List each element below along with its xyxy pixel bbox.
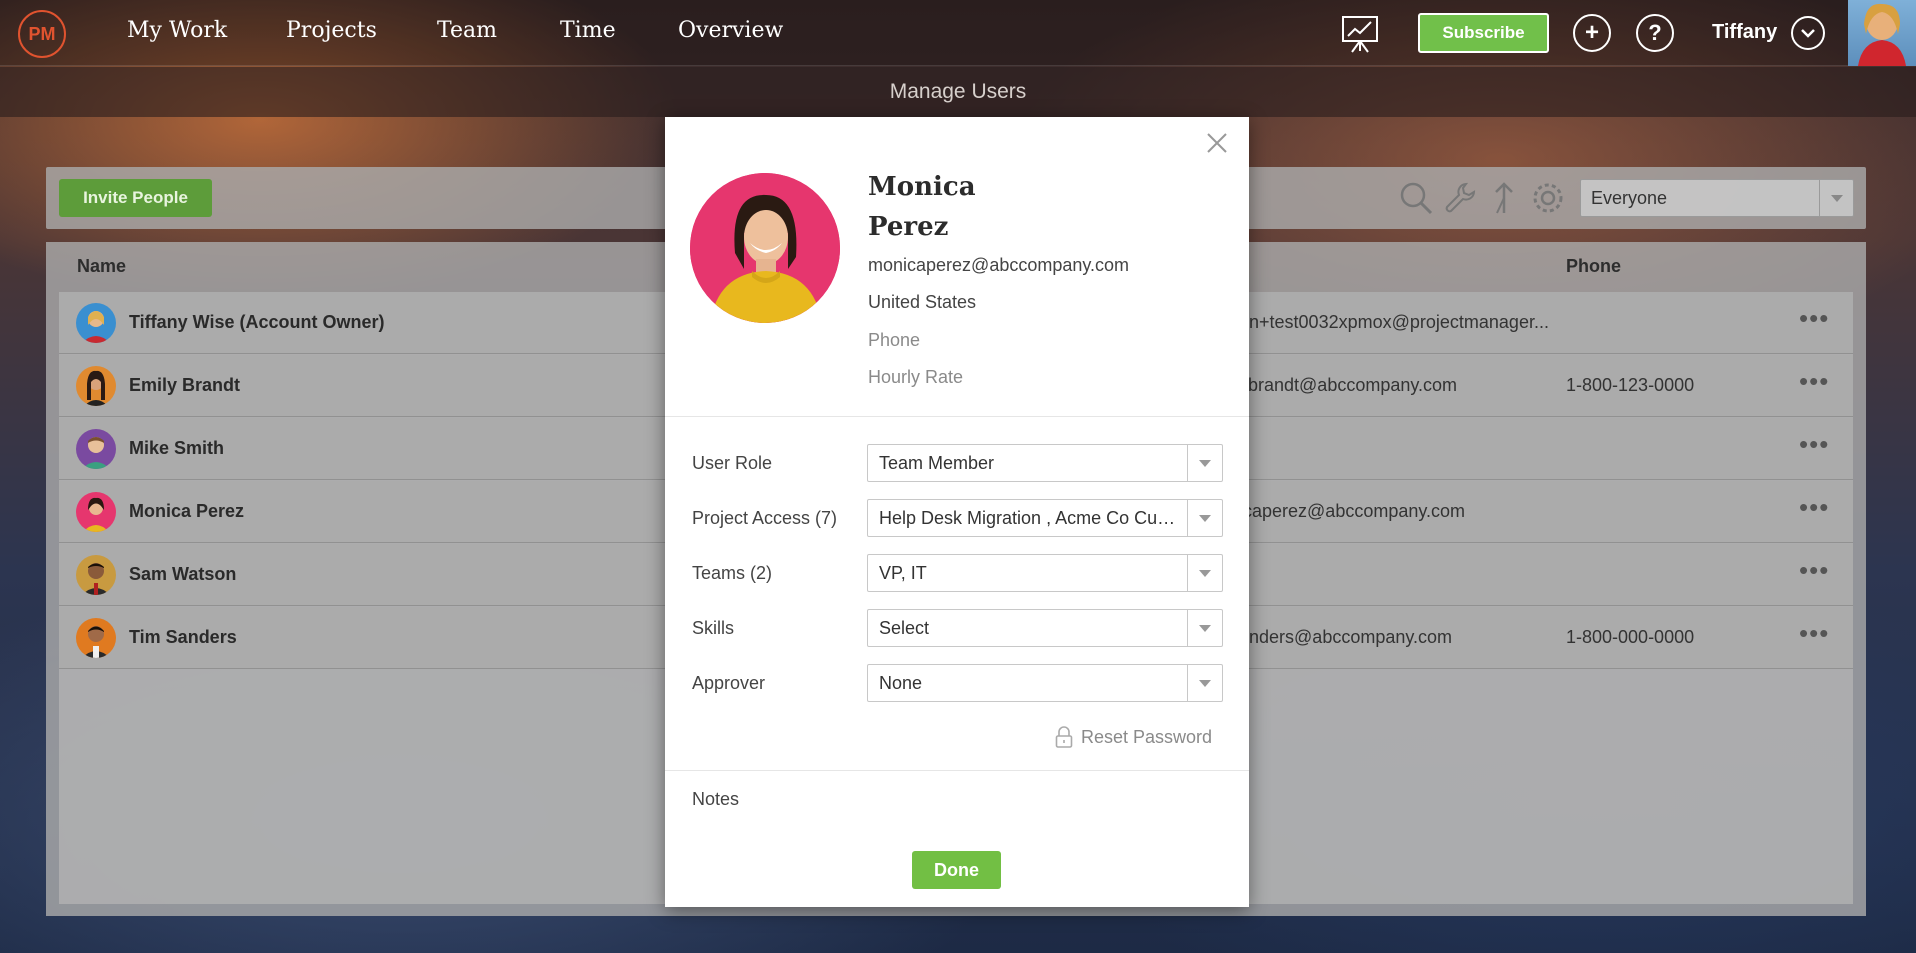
more-options-icon[interactable]: ••• [1799,557,1829,583]
profile-country[interactable]: United States [868,292,976,313]
user-role-label: User Role [692,453,773,473]
reset-password-label: Reset Password [1081,726,1213,747]
chevron-down-icon[interactable] [1819,180,1853,216]
more-options-icon[interactable]: ••• [1799,494,1829,520]
top-navigation: PM My Work Projects Team Time Overview S… [0,0,1916,66]
project-access-select[interactable]: Help Desk Migration , Acme Co Customer P… [867,499,1223,537]
row-email: anders@abccompany.com [1239,627,1453,647]
divider [665,416,1249,417]
divider [665,770,1249,771]
chevron-down-icon[interactable] [1187,445,1222,481]
avatar [76,618,116,658]
user-filter-select[interactable]: Everyone [1580,179,1854,217]
user-role-value: Team Member [879,453,995,473]
nav-my-work[interactable]: My Work [127,18,227,43]
teams-label: Teams (2) [692,563,773,583]
done-button[interactable]: Done [912,851,1001,889]
column-header-phone[interactable]: Phone [1566,256,1621,277]
avatar [76,555,116,595]
more-options-icon[interactable]: ••• [1799,305,1829,331]
close-icon[interactable] [1203,129,1231,157]
column-header-name[interactable]: Name [77,256,126,277]
user-detail-modal: Monica Perez monicaperez@abccompany.com … [665,117,1249,907]
plus-circle-icon[interactable]: + [1573,14,1611,52]
profile-last-name[interactable]: Perez [868,212,948,242]
project-access-value: Help Desk Migration , Acme Co Customer P… [879,508,1184,528]
row-phone: 1-800-000-0000 [1566,627,1695,647]
nav-team[interactable]: Team [437,18,497,43]
row-name: Emily Brandt [129,375,241,395]
row-name: Tim Sanders [129,627,237,647]
row-name: Mike Smith [129,438,225,458]
row-name: Monica Perez [129,501,245,521]
approver-label: Approver [692,673,766,693]
help-circle-icon[interactable]: ? [1636,14,1674,52]
avatar [76,429,116,469]
row-email: ybrandt@abccompany.com [1239,375,1458,395]
page-title: Manage Users [0,67,1916,117]
teams-value: VP, IT [879,563,927,583]
presentation-chart-icon[interactable] [1340,14,1380,54]
profile-first-name[interactable]: Monica [868,172,976,202]
row-name: Tiffany Wise (Account Owner) [129,312,385,332]
more-options-icon[interactable]: ••• [1799,620,1829,646]
nav-overview[interactable]: Overview [678,18,783,43]
nav-time[interactable]: Time [560,18,616,43]
profile-email[interactable]: monicaperez@abccompany.com [868,255,1129,276]
profile-hourly-rate-field[interactable]: Hourly Rate [868,367,963,388]
subscribe-button[interactable]: Subscribe [1418,13,1549,53]
chevron-down-icon[interactable] [1791,16,1825,50]
approver-select[interactable]: None [867,664,1223,702]
chevron-down-icon[interactable] [1187,500,1222,536]
project-access-label: Project Access (7) [692,508,838,528]
more-options-icon[interactable]: ••• [1799,431,1829,457]
nav-projects[interactable]: Projects [286,18,377,43]
reset-password-link[interactable]: Reset Password [1055,726,1212,748]
row-email: icaperez@abccompany.com [1239,501,1466,521]
lock-icon [1055,726,1073,748]
row-phone: 1-800-123-0000 [1566,375,1695,395]
profile-phone-field[interactable]: Phone [868,330,920,351]
avatar [76,366,116,406]
user-role-select[interactable]: Team Member [867,444,1223,482]
skills-label: Skills [692,618,735,638]
pm-logo[interactable]: PM [18,10,66,58]
chevron-down-icon[interactable] [1187,665,1222,701]
skills-select[interactable]: Select [867,609,1223,647]
notes-field[interactable]: Notes [692,789,739,810]
profile-photo[interactable] [690,173,840,323]
user-avatar[interactable] [1848,0,1916,66]
sort-up-icon[interactable] [1486,180,1522,216]
gear-icon[interactable] [1530,180,1566,216]
avatar [76,492,116,532]
avatar [76,303,116,343]
row-email: an+test0032xpmox@projectmanager... [1239,312,1549,332]
row-name: Sam Watson [129,564,237,584]
chevron-down-icon[interactable] [1187,555,1222,591]
invite-people-button[interactable]: Invite People [59,179,212,217]
chevron-down-icon[interactable] [1187,610,1222,646]
teams-select[interactable]: VP, IT [867,554,1223,592]
skills-value: Select [879,618,930,638]
search-icon[interactable] [1398,180,1434,216]
more-options-icon[interactable]: ••• [1799,368,1829,394]
user-filter-value: Everyone [1591,188,1668,208]
wrench-icon[interactable] [1442,180,1478,216]
approver-value: None [879,673,923,693]
user-menu-name[interactable]: Tiffany [1712,21,1777,44]
